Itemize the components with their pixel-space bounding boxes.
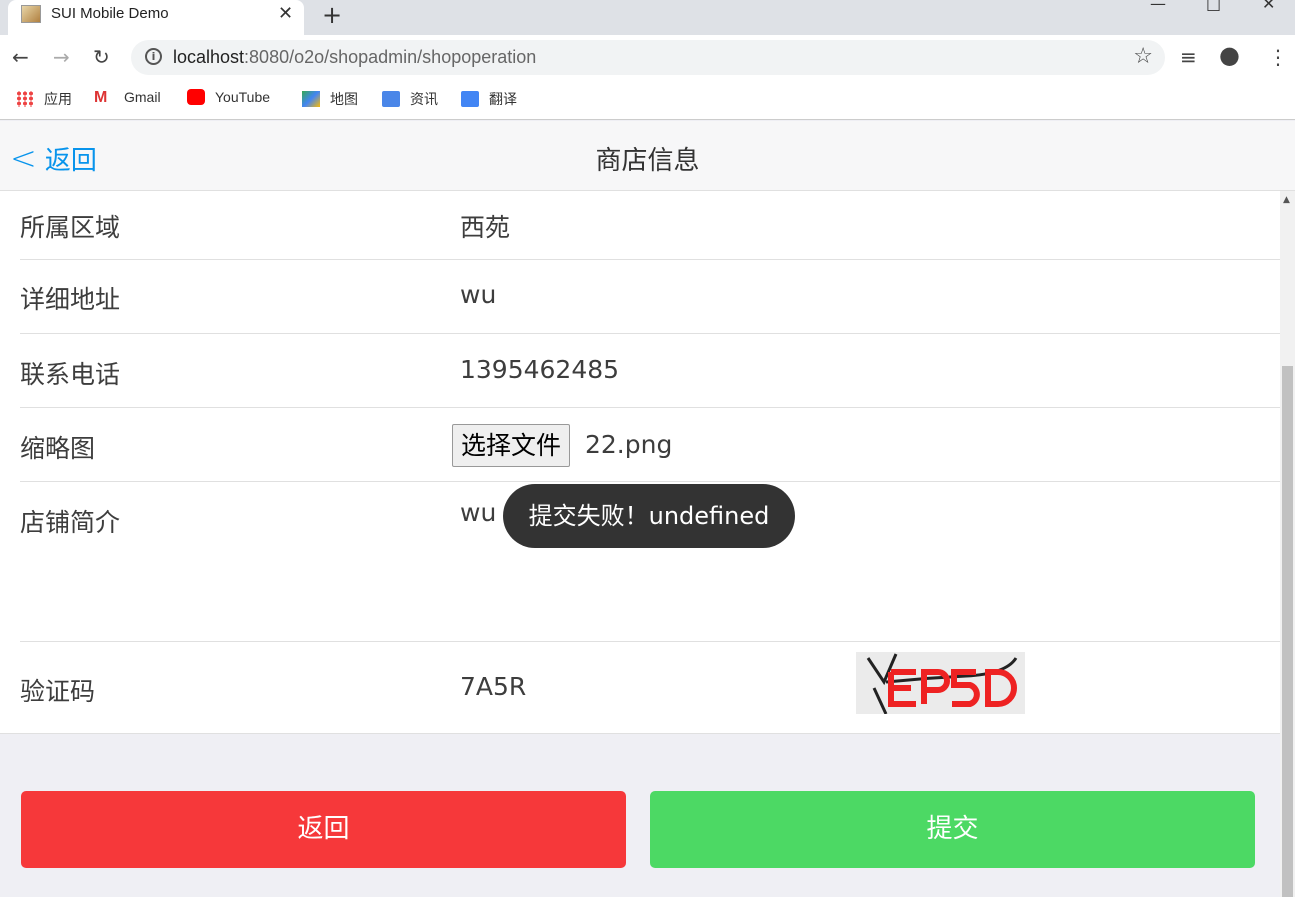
form-row-captcha: 验证码 7A5R: [20, 642, 1280, 734]
url-text[interactable]: localhost:8080/o2o/shopadmin/shopoperati…: [173, 47, 536, 68]
scroll-thumb[interactable]: [1282, 366, 1293, 897]
maximize-window-icon[interactable]: □: [1206, 0, 1221, 13]
form-row-address: 详细地址 wu: [20, 260, 1280, 334]
forward-arrow-icon[interactable]: →: [53, 45, 70, 69]
tab-title: SUI Mobile Demo: [51, 5, 169, 22]
maps-pin-icon: [302, 91, 320, 107]
address-bar[interactable]: i localhost:8080/o2o/shopadmin/shopopera…: [131, 40, 1165, 75]
close-window-icon[interactable]: ✕: [1262, 0, 1275, 13]
browser-tab[interactable]: SUI Mobile Demo ✕: [8, 0, 304, 35]
bookmark-gmail[interactable]: M Gmail: [94, 89, 161, 106]
description-label: 店铺简介: [20, 508, 121, 537]
form-row-phone: 联系电话 1395462485: [20, 334, 1280, 408]
reload-icon[interactable]: ↻: [93, 45, 110, 69]
media-queue-icon[interactable]: ≡: [1180, 45, 1197, 69]
choose-file-button[interactable]: 选择文件: [452, 424, 571, 467]
scroll-up-arrow-icon[interactable]: ▲: [1283, 195, 1290, 205]
area-label: 所属区域: [20, 213, 121, 242]
translate-icon: [461, 91, 479, 107]
captcha-image[interactable]: [856, 652, 1025, 714]
back-button[interactable]: 返回: [21, 791, 626, 868]
new-tab-button[interactable]: +: [322, 1, 342, 29]
phone-label: 联系电话: [20, 360, 121, 389]
captcha-input[interactable]: 7A5R: [460, 672, 526, 701]
address-input[interactable]: wu: [460, 280, 496, 309]
bookmarks-bar: 应用 M Gmail YouTube 地图 资讯 翻译: [0, 80, 1295, 120]
form-row-area: 所属区域 西苑: [20, 191, 1280, 260]
captcha-label: 验证码: [20, 677, 96, 706]
profile-avatar-icon[interactable]: ●: [1219, 41, 1240, 69]
form-row-thumbnail: 缩略图 选择文件 22.png: [20, 408, 1280, 482]
page-title: 商店信息: [595, 146, 700, 176]
app-nav-bar: < 返回 商店信息: [0, 121, 1295, 191]
thumbnail-label: 缩略图: [20, 434, 96, 463]
page-scrollbar[interactable]: ▲: [1280, 191, 1295, 897]
shop-info-form: 所属区域 西苑 详细地址 wu 联系电话 1395462485 缩略图 选择文件…: [0, 191, 1280, 734]
bookmark-star-icon[interactable]: ☆: [1133, 44, 1153, 69]
bookmark-maps[interactable]: 地图: [302, 89, 358, 109]
browser-toolbar: ← → ↻ i localhost:8080/o2o/shopadmin/sho…: [0, 35, 1295, 80]
bookmark-news[interactable]: 资讯: [382, 89, 438, 109]
close-tab-icon[interactable]: ✕: [278, 3, 293, 24]
page-favicon-icon: [21, 5, 41, 23]
bookmark-youtube[interactable]: YouTube: [187, 89, 270, 105]
area-select[interactable]: 西苑: [460, 208, 510, 244]
apps-grid-icon: [16, 91, 34, 107]
minimize-window-icon[interactable]: —: [1150, 0, 1166, 13]
gmail-icon: M: [94, 89, 108, 106]
selected-file-name: 22.png: [585, 430, 673, 459]
bookmark-translate[interactable]: 翻译: [461, 89, 517, 109]
back-arrow-icon[interactable]: ←: [12, 45, 29, 69]
phone-input[interactable]: 1395462485: [460, 355, 619, 384]
site-info-icon[interactable]: i: [145, 48, 162, 65]
description-textarea[interactable]: wu: [460, 498, 496, 527]
address-label: 详细地址: [20, 285, 121, 314]
news-icon: [382, 91, 400, 107]
error-toast: 提交失败！undefined: [503, 484, 795, 548]
submit-button[interactable]: 提交: [650, 791, 1255, 868]
bookmark-apps[interactable]: 应用: [16, 89, 72, 109]
menu-kebab-icon[interactable]: ⋮: [1268, 45, 1288, 69]
youtube-icon: [187, 89, 205, 105]
browser-tab-strip: SUI Mobile Demo ✕ + — □ ✕: [0, 0, 1295, 35]
